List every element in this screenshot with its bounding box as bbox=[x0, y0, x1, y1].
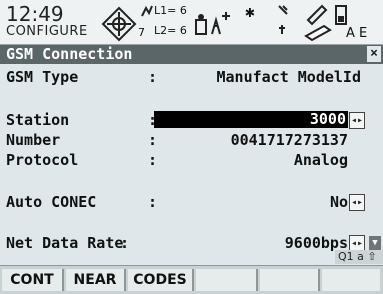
field-value: Manufact ModelId bbox=[216, 68, 362, 86]
field-value: No bbox=[329, 193, 348, 211]
station-spin-icon[interactable]: ◂▸ bbox=[349, 112, 365, 129]
field-number[interactable]: Number : 0041717273137 bbox=[0, 129, 383, 151]
field-protocol[interactable]: Protocol : Analog bbox=[0, 149, 383, 171]
f5-button[interactable] bbox=[260, 269, 320, 291]
bluetooth-icon: ✱ bbox=[245, 2, 255, 21]
field-label: Auto CONEC bbox=[6, 193, 97, 211]
f1-cont-button[interactable]: CONT bbox=[2, 269, 64, 291]
page-indicator: A E bbox=[346, 26, 368, 41]
field-value: Analog bbox=[293, 151, 348, 169]
memory-icon bbox=[304, 4, 332, 42]
f4-button[interactable] bbox=[196, 269, 258, 291]
satellite-count: 7 bbox=[138, 26, 145, 39]
field-label: Number bbox=[6, 131, 61, 149]
config-profile: CONFIGURE bbox=[6, 24, 88, 39]
scroll-down-icon[interactable]: ▼ bbox=[369, 236, 381, 250]
field-value: 3000 bbox=[309, 110, 346, 128]
field-label: Net Data Rate bbox=[6, 234, 124, 252]
field-gsm-type[interactable]: GSM Type : Manufact ModelId bbox=[0, 66, 383, 88]
title-bar: GSM Connection × bbox=[0, 45, 383, 64]
function-key-bar: CONT NEAR CODES bbox=[0, 265, 383, 294]
field-colon: : bbox=[148, 151, 158, 169]
field-label: GSM Type bbox=[6, 68, 79, 86]
form-content: GSM Type : Manufact ModelId Station : 30… bbox=[0, 64, 383, 264]
field-station[interactable]: Station : 3000 ◂▸ bbox=[0, 109, 383, 131]
position-mode-icon bbox=[195, 12, 230, 35]
field-colon: : bbox=[148, 131, 158, 149]
status-bar: 12:49 CONFIGURE 7 L1= 6 L2= 6 ✱ A E bbox=[0, 0, 383, 45]
field-net-data-rate[interactable]: Net Data Rate : 9600bps ◂▸ ▼ bbox=[0, 232, 383, 254]
close-button[interactable]: × bbox=[367, 46, 381, 62]
clock: 12:49 bbox=[6, 2, 64, 26]
field-label: Protocol bbox=[6, 151, 79, 169]
satellite-icon bbox=[101, 6, 137, 42]
l2-count: L2= 6 bbox=[154, 24, 187, 37]
battery-icon bbox=[335, 5, 347, 25]
field-label: Station bbox=[6, 111, 70, 129]
f2-near-button[interactable]: NEAR bbox=[66, 269, 126, 291]
station-selected-value[interactable]: 3000 bbox=[154, 111, 348, 128]
f3-codes-button[interactable]: CODES bbox=[128, 269, 194, 291]
f6-button[interactable] bbox=[322, 269, 380, 291]
field-colon: : bbox=[120, 234, 130, 252]
l1-count: L1= 6 bbox=[154, 4, 187, 17]
signal-icon bbox=[141, 5, 153, 17]
field-auto-conec[interactable]: Auto CONEC : No ◂▸ bbox=[0, 191, 383, 213]
field-colon: : bbox=[148, 193, 158, 211]
gsm-connection-screen: 12:49 CONFIGURE 7 L1= 6 L2= 6 ✱ A E GSM … bbox=[0, 0, 383, 294]
connection-icon bbox=[278, 5, 288, 34]
page-title: GSM Connection bbox=[6, 45, 133, 63]
field-value: 0041717273137 bbox=[230, 131, 348, 149]
input-mode-indicator: Q1 a ⇧ bbox=[335, 250, 383, 264]
field-colon: : bbox=[148, 68, 158, 86]
auto-conec-spin-icon[interactable]: ◂▸ bbox=[349, 194, 365, 211]
